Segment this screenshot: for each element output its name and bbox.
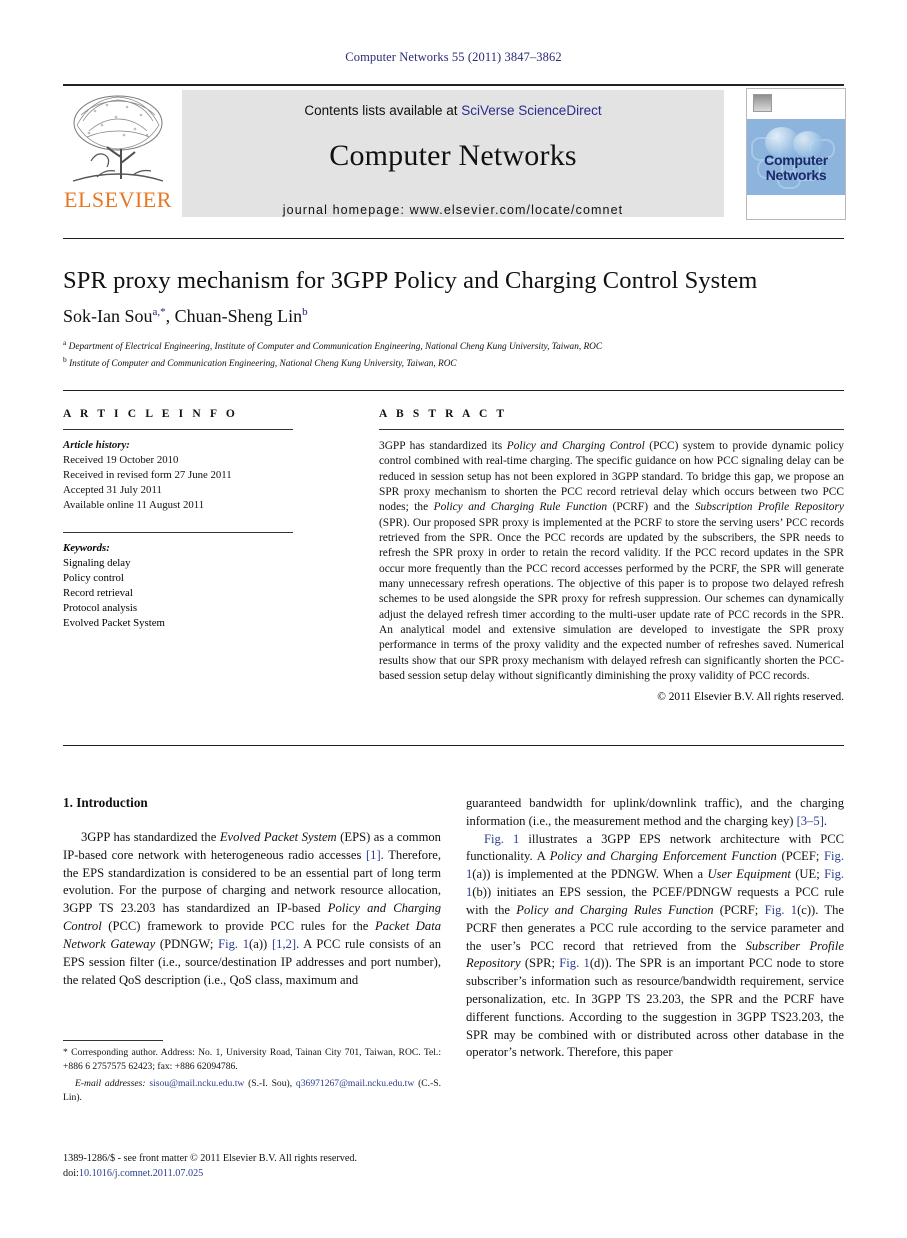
paragraph: 3GPP has standardized the Evolved Packet…: [63, 830, 442, 987]
issn-line: 1389-1286/$ - see front matter © 2011 El…: [63, 1153, 358, 1164]
cover-mini-icon: [753, 94, 772, 112]
email-label: E-mail addresses:: [75, 1078, 146, 1090]
keywords-label: Keywords:: [63, 542, 110, 555]
page-title: SPR proxy mechanism for 3GPP Policy and …: [63, 267, 758, 294]
author-list: Sok-Ian Soua,*, Chuan-Sheng Linb: [63, 306, 308, 326]
abstract-heading: A B S T R A C T: [379, 408, 508, 420]
keyword-item: Policy control: [63, 572, 124, 585]
article-history: Article history: Received 19 October 201…: [63, 438, 293, 512]
doi-label: doi:: [63, 1167, 79, 1179]
affil-a-marker: a: [63, 338, 67, 347]
email-addresses-note: E-mail addresses: sisou@mail.ncku.edu.tw…: [63, 1078, 441, 1103]
paragraph: Fig. 1 illustrates a 3GPP EPS network ar…: [466, 831, 845, 1060]
body-column-right: guaranteed bandwidth for uplink/downlink…: [466, 795, 844, 1062]
affil-b-text: Institute of Computer and Communication …: [69, 358, 457, 369]
keyword-item: Protocol analysis: [63, 602, 138, 615]
masthead-band: Contents lists available at SciVerse Sci…: [182, 90, 724, 217]
paragraph: guaranteed bandwidth for uplink/downlink…: [466, 796, 844, 828]
author-2: Chuan-Sheng Lin: [174, 306, 303, 326]
cover-top-strip: [747, 89, 845, 119]
email-link-2[interactable]: q36971267@mail.ncku.edu.tw: [296, 1078, 414, 1089]
journal-masthead: ELSEVIER Contents lists available at Sci…: [63, 84, 846, 220]
sciencedirect-link[interactable]: SciVerse ScienceDirect: [461, 103, 601, 118]
keyword-item: Record retrieval: [63, 587, 133, 600]
keyword-item: Evolved Packet System: [63, 616, 165, 629]
doi-line: doi:10.1016/j.comnet.2011.07.025: [63, 1167, 483, 1182]
abstract-rule: [379, 429, 844, 430]
section-heading-introduction: 1. Introduction: [63, 795, 148, 810]
affil-a-text: Department of Electrical Engineering, In…: [68, 342, 603, 353]
journal-homepage-link[interactable]: journal homepage: www.elsevier.com/locat…: [182, 203, 724, 217]
affiliations: a Department of Electrical Engineering, …: [63, 338, 853, 371]
info-top-rule: [63, 390, 844, 391]
email-link-1[interactable]: sisou@mail.ncku.edu.tw: [149, 1078, 244, 1089]
abstract-text: 3GPP has standardized its Policy and Cha…: [379, 440, 844, 682]
abstract-copyright: © 2011 Elsevier B.V. All rights reserved…: [657, 691, 844, 704]
doi-link[interactable]: 10.1016/j.comnet.2011.07.025: [79, 1168, 203, 1179]
article-info-heading: A R T I C L E I N F O: [63, 408, 238, 420]
contents-available-line: Contents lists available at SciVerse Sci…: [182, 103, 724, 118]
abstract-column: A B S T R A C T 3GPP has standardized it…: [379, 408, 844, 703]
footnotes: * Corresponding author. Address: No. 1, …: [63, 1046, 441, 1108]
author-2-affil-marker: b: [302, 306, 308, 318]
body-column-left: 1. Introduction 3GPP has standardized th…: [63, 795, 441, 989]
imprint-block: 1389-1286/$ - see front matter © 2011 El…: [63, 1152, 483, 1182]
article-history-label: Article history:: [63, 439, 130, 451]
keywords-rule: [63, 532, 293, 534]
affil-b-marker: b: [63, 354, 67, 364]
cover-bottom-strip: [747, 195, 845, 219]
journal-title: Computer Networks: [329, 139, 577, 172]
corresponding-author-note: * Corresponding author. Address: No. 1, …: [63, 1047, 441, 1072]
history-item: Received in revised form 27 June 2011: [63, 468, 232, 481]
elsevier-wordmark: ELSEVIER: [64, 187, 172, 212]
email-owner-1: (S.-I. Sou): [248, 1078, 290, 1090]
paper-page: Computer Networks 55 (2011) 3847–3862 EL…: [0, 0, 907, 1238]
cover-line-1: Computer: [764, 152, 828, 168]
cover-line-2: Networks: [765, 167, 827, 184]
abstract-bottom-rule: [63, 745, 844, 746]
cover-blue-panel: Computer Networks: [747, 119, 845, 195]
elsevier-tree-icon: [69, 91, 167, 187]
running-head: Computer Networks 55 (2011) 3847–3862: [345, 50, 562, 64]
history-item: Available online 11 August 2011: [63, 498, 205, 511]
contents-prefix: Contents lists available at: [304, 103, 462, 118]
footnote-rule: [63, 1040, 163, 1041]
author-1-affil-marker: a,*: [152, 306, 166, 318]
journal-cover-thumbnail: Computer Networks: [746, 88, 846, 220]
article-info-column: A R T I C L E I N F O Article history: R…: [63, 408, 293, 631]
history-item: Received 19 October 2010: [63, 453, 179, 466]
elsevier-logo: ELSEVIER: [63, 89, 173, 217]
masthead-bottom-rule: [63, 238, 844, 239]
cover-title: Computer Networks: [747, 152, 845, 184]
author-1: Sok-Ian Sou: [63, 306, 153, 326]
history-item: Accepted 31 July 2011: [63, 483, 162, 496]
keywords-block: Keywords: Signaling delay Policy control…: [63, 532, 293, 630]
article-info-rule: [63, 429, 293, 430]
keyword-item: Signaling delay: [63, 557, 131, 570]
